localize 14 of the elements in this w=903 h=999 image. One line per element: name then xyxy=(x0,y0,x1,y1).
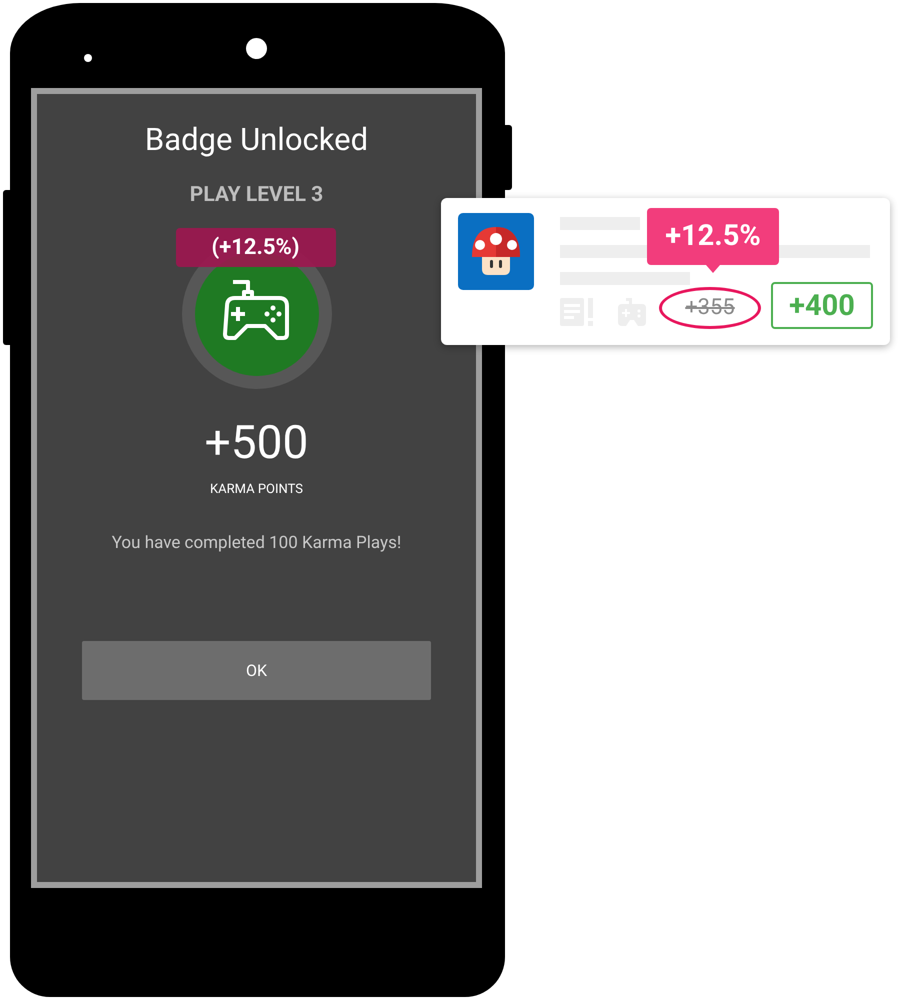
bonus-label: (+12.5%) xyxy=(176,228,336,267)
badge-level: PLAY LEVEL 3 xyxy=(190,182,324,208)
dialog-title: Badge Unlocked xyxy=(144,120,368,160)
percent-tooltip: +12.5% xyxy=(647,208,779,265)
tooltip-pointer xyxy=(706,265,720,273)
sensor-dot xyxy=(84,54,92,62)
completion-message: You have completed 100 Karma Plays! xyxy=(112,532,402,555)
new-points: +400 xyxy=(771,282,873,329)
old-points: +355 xyxy=(685,295,735,320)
karma-points: +500 xyxy=(204,415,308,471)
points-caption: KARMA POINTS xyxy=(210,481,303,499)
mushroom-icon xyxy=(458,213,534,290)
camera-dot xyxy=(246,38,267,59)
ok-button[interactable]: OK xyxy=(82,641,431,700)
